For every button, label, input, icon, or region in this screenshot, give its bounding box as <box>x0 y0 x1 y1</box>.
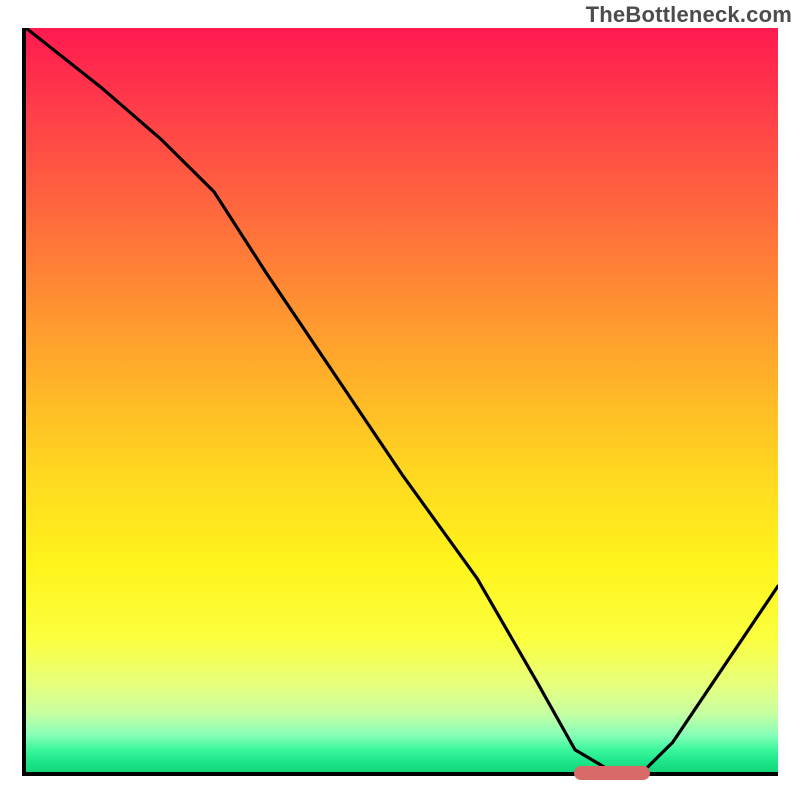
curve-svg <box>26 28 778 772</box>
watermark-text: TheBottleneck.com <box>586 2 792 28</box>
chart-container: TheBottleneck.com <box>0 0 800 800</box>
optimum-marker <box>574 766 650 780</box>
plot-area <box>22 28 778 776</box>
bottleneck-curve <box>26 28 778 772</box>
